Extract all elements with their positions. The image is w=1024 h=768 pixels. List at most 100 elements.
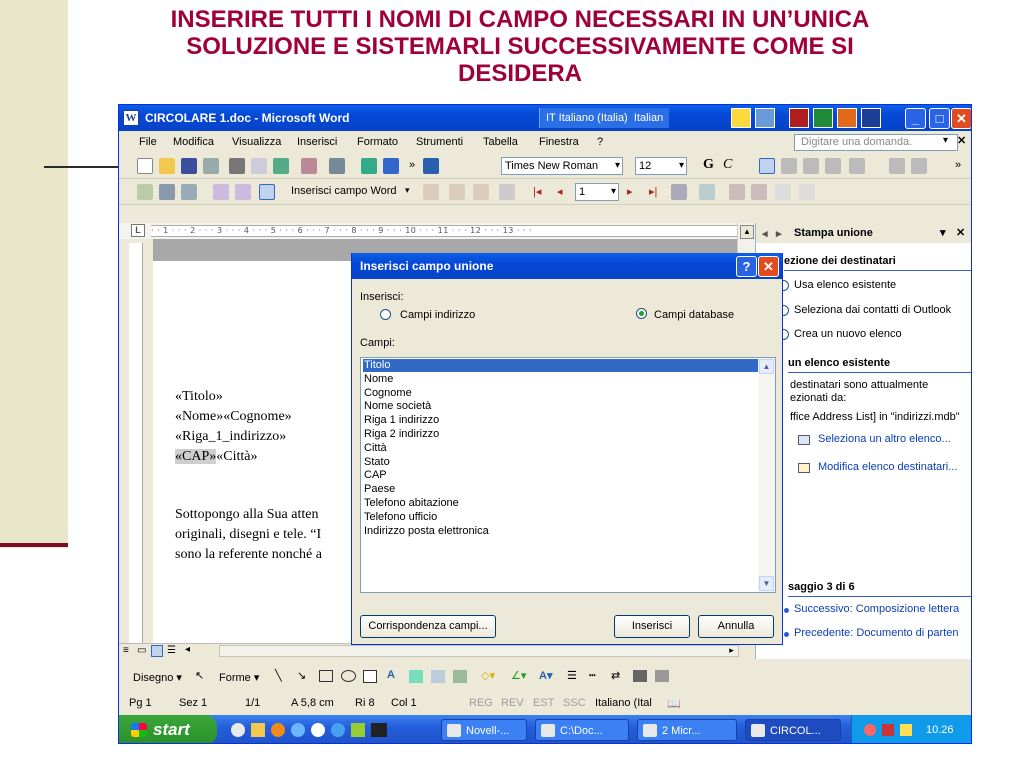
toolbar-overflow-icon[interactable]: » bbox=[409, 159, 415, 171]
task-novell[interactable]: Novell-... bbox=[441, 719, 527, 741]
print-icon[interactable] bbox=[229, 158, 245, 174]
field-list-item[interactable]: Telefono abitazione bbox=[363, 497, 759, 510]
field-list-item[interactable]: Nome società bbox=[363, 400, 759, 413]
undo-icon[interactable] bbox=[329, 158, 345, 174]
ask-dropdown-icon[interactable]: ▾ bbox=[943, 135, 948, 146]
wordart-icon[interactable]: A bbox=[387, 669, 395, 681]
maximize-button[interactable]: □ bbox=[929, 108, 950, 129]
task-pane-menu-icon[interactable]: ▾ bbox=[940, 226, 946, 239]
window-titlebar[interactable]: W CIRCOLARE 1.doc - Microsoft Word IT It… bbox=[119, 105, 971, 131]
status-rec[interactable]: REG bbox=[469, 697, 493, 709]
paste-icon[interactable] bbox=[301, 158, 317, 174]
link-next-step[interactable]: Successivo: Composizione lettera bbox=[794, 603, 959, 615]
shadow-icon[interactable] bbox=[633, 670, 647, 682]
previous-record-icon[interactable]: ◂ bbox=[557, 185, 563, 198]
check-errors-icon[interactable] bbox=[699, 184, 715, 200]
web-view-icon[interactable]: ▭ bbox=[137, 645, 146, 656]
link-previous-step[interactable]: Precedente: Documento di parten bbox=[794, 627, 959, 639]
menu-file[interactable]: File bbox=[139, 136, 157, 148]
fields-listbox[interactable]: Titolo Nome Cognome Nome società Riga 1 indi… bbox=[360, 357, 776, 593]
tab-selector-icon[interactable]: L bbox=[131, 224, 145, 237]
font-color-icon[interactable]: A▾ bbox=[539, 669, 552, 682]
listbox-scroll-down-arrow[interactable]: ▼ bbox=[759, 576, 774, 591]
quicklaunch-icon[interactable] bbox=[271, 723, 285, 737]
field-list-item[interactable]: Telefono ufficio bbox=[363, 511, 759, 524]
font-name-select[interactable]: Times New Roman bbox=[501, 157, 623, 175]
tray-shield-icon[interactable] bbox=[882, 724, 894, 736]
vertical-ruler[interactable] bbox=[129, 243, 143, 645]
arrow-style-icon[interactable]: ⇄ bbox=[611, 669, 620, 682]
close-document-icon[interactable]: ✕ bbox=[957, 134, 966, 147]
numbering-icon[interactable] bbox=[889, 158, 905, 174]
link-edit-recipients[interactable]: Modifica elenco destinatari... bbox=[818, 461, 957, 473]
tray-tool-icon[interactable] bbox=[731, 108, 751, 128]
task-powerpoint[interactable]: 2 Micr... bbox=[637, 719, 737, 741]
picture-icon[interactable] bbox=[453, 670, 467, 683]
quicklaunch-icon[interactable] bbox=[311, 723, 325, 737]
tray-tool-icon[interactable] bbox=[755, 108, 775, 128]
3d-icon[interactable] bbox=[655, 670, 669, 682]
line-spacing-icon[interactable] bbox=[849, 158, 865, 174]
help-button[interactable]: ? bbox=[736, 256, 757, 277]
link-select-other-list[interactable]: Seleziona un altro elenco... bbox=[818, 433, 951, 445]
close-button[interactable]: ✕ bbox=[951, 108, 971, 129]
tray-icon[interactable] bbox=[900, 724, 912, 736]
line-icon[interactable]: ╲ bbox=[275, 669, 282, 682]
quicklaunch-folder-icon[interactable] bbox=[251, 723, 265, 737]
radio-campi-database[interactable] bbox=[636, 308, 647, 319]
match-fields-icon[interactable] bbox=[473, 184, 489, 200]
field-list-item[interactable]: Nome bbox=[363, 373, 759, 386]
open-data-source-icon[interactable] bbox=[159, 184, 175, 200]
align-center-icon[interactable] bbox=[781, 158, 797, 174]
formatting-overflow-icon[interactable]: » bbox=[955, 159, 961, 171]
save-icon[interactable] bbox=[181, 158, 197, 174]
minimize-button[interactable]: _ bbox=[905, 108, 926, 129]
listbox-scroll-up-arrow[interactable]: ▲ bbox=[759, 359, 774, 374]
find-entry-icon[interactable] bbox=[671, 184, 687, 200]
tray-excel-icon[interactable] bbox=[813, 108, 833, 128]
dash-style-icon[interactable]: ┅ bbox=[589, 669, 596, 682]
diagram-icon[interactable] bbox=[409, 670, 423, 683]
insert-button[interactable]: Inserisci bbox=[614, 615, 690, 638]
last-record-icon[interactable]: ▸| bbox=[649, 185, 657, 198]
quicklaunch-icon[interactable] bbox=[351, 723, 365, 737]
insert-merge-fields-icon[interactable] bbox=[259, 184, 275, 200]
scroll-up-arrow[interactable]: ▲ bbox=[740, 225, 754, 239]
field-list-item[interactable]: Riga 2 indirizzo bbox=[363, 428, 759, 441]
field-list-item[interactable]: Paese bbox=[363, 483, 759, 496]
radio-campi-database-label[interactable]: Campi database bbox=[654, 309, 734, 321]
task-word[interactable]: CIRCOL... bbox=[745, 719, 841, 741]
select-objects-icon[interactable]: ↖ bbox=[195, 669, 204, 682]
insert-address-block-icon[interactable] bbox=[213, 184, 229, 200]
field-list-item[interactable]: Stato bbox=[363, 456, 759, 469]
permission-icon[interactable] bbox=[203, 158, 219, 174]
styles-icon[interactable] bbox=[423, 158, 439, 174]
hyperlink-icon[interactable] bbox=[361, 158, 377, 174]
autoshapes-button[interactable]: Forme ▾ bbox=[219, 671, 259, 684]
menu-visualizza[interactable]: Visualizza bbox=[232, 136, 281, 148]
horizontal-ruler[interactable]: L · · 1 · · · 2 · · · 3 · · · 4 · · · 5 … bbox=[119, 223, 755, 239]
propagate-labels-icon[interactable] bbox=[499, 184, 515, 200]
listbox-scrollbar[interactable]: ▲ ▼ bbox=[758, 358, 775, 592]
insert-word-field-button[interactable]: Inserisci campo Word bbox=[291, 185, 397, 197]
field-list-item[interactable]: Indirizzo posta elettronica bbox=[363, 525, 759, 538]
research-icon[interactable] bbox=[383, 158, 399, 174]
align-right-icon[interactable] bbox=[803, 158, 819, 174]
quicklaunch-icon[interactable] bbox=[231, 723, 245, 737]
dialog-titlebar[interactable]: Inserisci campo unione ? ✕ bbox=[352, 253, 782, 279]
menu-tabella[interactable]: Tabella bbox=[483, 136, 518, 148]
status-ext[interactable]: EST bbox=[533, 697, 554, 709]
line-color-icon[interactable]: ∠▾ bbox=[511, 669, 526, 682]
draw-menu-button[interactable]: Disegno ▾ bbox=[133, 671, 182, 684]
radio-campi-indirizzo[interactable] bbox=[380, 309, 391, 320]
font-size-select[interactable]: 12 bbox=[635, 157, 687, 175]
bullets-icon[interactable] bbox=[911, 158, 927, 174]
tray-word-icon[interactable] bbox=[861, 108, 881, 128]
field-list-item[interactable]: Riga 1 indirizzo bbox=[363, 414, 759, 427]
menu-help[interactable]: ? bbox=[597, 136, 603, 148]
arrow-icon[interactable]: ↘ bbox=[297, 669, 306, 682]
rectangle-icon[interactable] bbox=[319, 670, 333, 682]
recipients-icon[interactable] bbox=[181, 184, 197, 200]
open-folder-icon[interactable] bbox=[159, 158, 175, 174]
record-number-input[interactable]: 1 bbox=[575, 183, 619, 201]
